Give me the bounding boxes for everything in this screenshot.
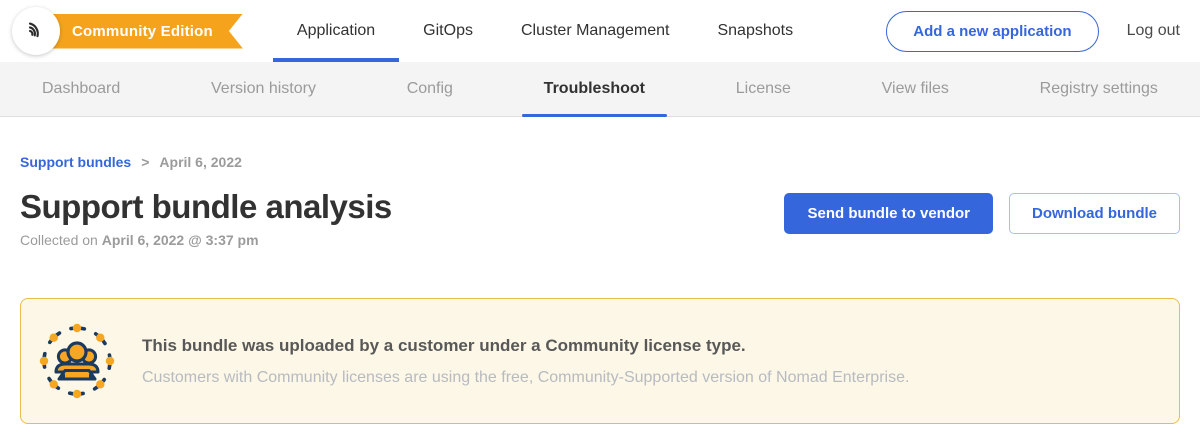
title-row: Support bundle analysis Collected on Apr… [20, 189, 1180, 248]
breadcrumb-support-bundles-link[interactable]: Support bundles [20, 154, 131, 170]
banner-subtitle: Customers with Community licenses are us… [142, 369, 909, 387]
subnav-item-license[interactable]: License [714, 62, 813, 116]
breadcrumb-current: April 6, 2022 [159, 154, 242, 170]
banner-text: This bundle was uploaded by a customer u… [142, 336, 909, 387]
app-sub-navigation: Dashboard Version history Config Trouble… [0, 62, 1200, 117]
subnav-item-config[interactable]: Config [385, 62, 475, 116]
main-nav: Application GitOps Cluster Management Sn… [273, 0, 817, 62]
nav-item-gitops[interactable]: GitOps [399, 0, 497, 62]
top-navigation-bar: Community Edition Application GitOps Clu… [0, 0, 1200, 62]
banner-title: This bundle was uploaded by a customer u… [142, 336, 909, 356]
add-new-application-button[interactable]: Add a new application [886, 11, 1098, 52]
nav-item-snapshots[interactable]: Snapshots [693, 0, 817, 62]
download-bundle-button[interactable]: Download bundle [1009, 193, 1180, 234]
subnav-item-view-files[interactable]: View files [860, 62, 971, 116]
logout-link[interactable]: Log out [1127, 22, 1180, 40]
page-title: Support bundle analysis [20, 189, 392, 225]
breadcrumb-separator: > [141, 154, 149, 170]
collected-prefix: Collected on [20, 232, 98, 248]
subnav-item-registry-settings[interactable]: Registry settings [1018, 62, 1180, 116]
send-bundle-to-vendor-button[interactable]: Send bundle to vendor [784, 193, 993, 234]
subnav-item-troubleshoot[interactable]: Troubleshoot [522, 62, 667, 116]
brand: Community Edition [12, 7, 243, 55]
community-people-icon [39, 323, 115, 399]
bundle-action-buttons: Send bundle to vendor Download bundle [784, 193, 1180, 234]
nav-item-application[interactable]: Application [273, 0, 399, 62]
topnav-right: Add a new application Log out [886, 11, 1180, 52]
collected-date: April 6, 2022 @ 3:37 pm [102, 232, 259, 248]
main-content: Support bundles > April 6, 2022 Support … [0, 154, 1200, 424]
collected-timestamp: Collected on April 6, 2022 @ 3:37 pm [20, 232, 392, 248]
community-edition-badge: Community Edition [34, 14, 243, 49]
community-license-banner: This bundle was uploaded by a customer u… [20, 298, 1180, 424]
replicated-logo-icon [21, 14, 51, 49]
replicated-logo[interactable] [12, 7, 60, 55]
nav-item-cluster-management[interactable]: Cluster Management [497, 0, 694, 62]
subnav-item-version-history[interactable]: Version history [189, 62, 338, 116]
breadcrumb: Support bundles > April 6, 2022 [20, 154, 1180, 170]
title-block: Support bundle analysis Collected on Apr… [20, 189, 392, 248]
subnav-item-dashboard[interactable]: Dashboard [20, 62, 142, 116]
